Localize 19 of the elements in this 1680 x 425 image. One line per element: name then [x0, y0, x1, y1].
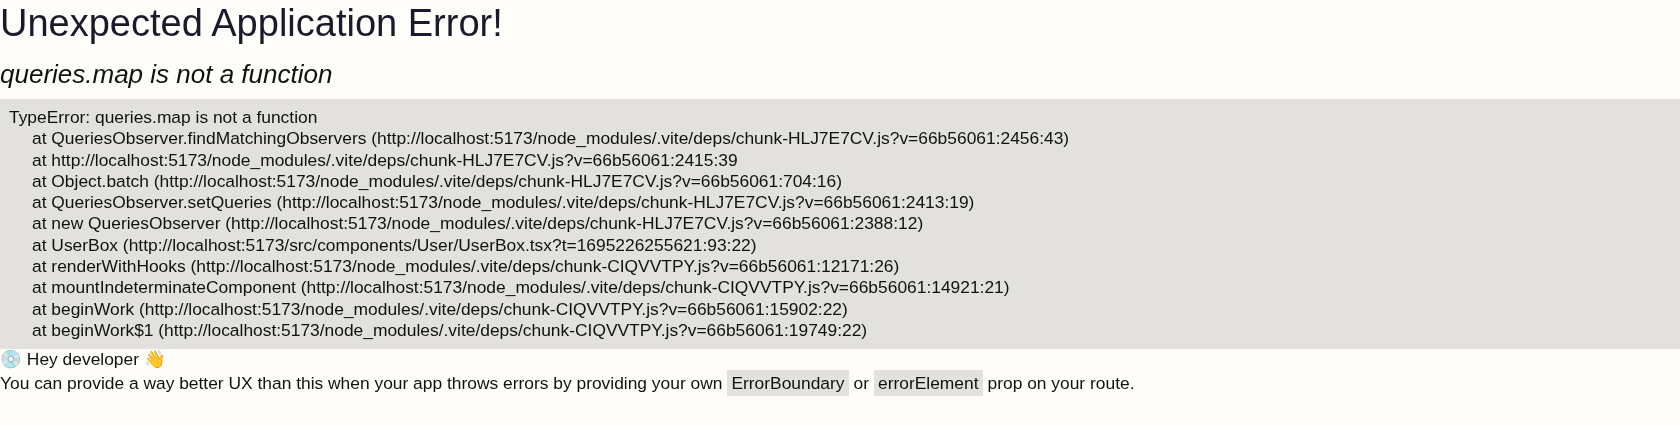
code-snippet: errorElement [874, 370, 983, 397]
stack-trace-line: at renderWithHooks (http://localhost:5173/node_modules/.vite/deps/chunk-CIQVVTPY.js?v=66b56061:12171:26) [31, 256, 901, 278]
hint-text: prop on your route. [987, 372, 1135, 396]
stack-trace-line: at UserBox (http://localhost:5173/src/components/User/UserBox.tsx?t=1695226255621:93:22) [31, 234, 758, 257]
stack-trace-line: at QueriesObserver.findMatchingObservers (http://localhost:5173/node_modules/.vite/deps/chunk-HLJ7E7CV.js?v=66b56061:2456:43) [31, 128, 1071, 150]
stack-trace-line: at new QueriesObserver (http://localhost:5173/node_modules/.vite/deps/chunk-HLJ7E7CV.js?v=66b56061:2388:12) [31, 213, 925, 235]
stack-trace-line: at Object.batch (http://localhost:5173/node_modules/.vite/deps/chunk-HLJ7E7CV.js?v=66b56061:704:16) [31, 170, 843, 193]
stack-trace-line: at QueriesObserver.setQueries (http://localhost:5173/node_modules/.vite/deps/chunk-HLJ7E7CV.js?v=66b56061:2413:19) [31, 192, 976, 214]
error-message: queries.map is not a function [0, 58, 334, 90]
hint-text: You can provide a way better UX than this when your app throws errors by providing your own [0, 372, 723, 396]
error-title: Unexpected Application Error! [0, 1, 504, 46]
stack-trace-line: at http://localhost:5173/node_modules/.vite/deps/chunk-HLJ7E7CV.js?v=66b56061:2415:39 [31, 149, 739, 171]
stack-trace-line: at beginWork$1 (http://localhost:5173/node_modules/.vite/deps/chunk-CIQVVTPY.js?v=66b56061:19749:22) [31, 319, 869, 342]
stack-trace-line: at beginWork (http://localhost:5173/node_modules/.vite/deps/chunk-CIQVVTPY.js?v=66b56061:15902:22) [31, 298, 849, 320]
stack-trace-line: at mountIndeterminateComponent (http://localhost:5173/node_modules/.vite/deps/chunk-CIQVVTPY.js?v=66b56061:14921:21) [31, 277, 1011, 299]
code-snippet: ErrorBoundary [727, 370, 849, 397]
developer-greeting: 💿 Hey developer 👋 [0, 349, 167, 371]
hint-text: or [853, 372, 869, 396]
stack-trace-line: TypeError: queries.map is not a function [9, 107, 319, 129]
